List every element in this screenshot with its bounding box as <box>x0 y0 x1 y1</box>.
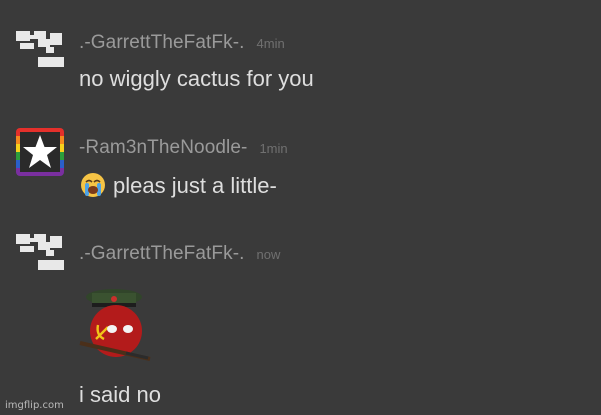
message-header: .-GarrettTheFatFk-. now <box>79 243 280 265</box>
timestamp: 1min <box>259 141 288 156</box>
sticker-image[interactable] <box>76 283 154 365</box>
message-text-content: pleas just a little- <box>113 173 277 198</box>
imgflip-watermark: imgflip.com <box>5 400 64 411</box>
sovietball-sticker-icon <box>79 289 151 361</box>
loudly-crying-face-emoji-icon <box>81 173 105 197</box>
message-header: .-GarrettTheFatFk-. 4min <box>79 32 285 54</box>
timestamp: now <box>256 247 281 262</box>
pixel-glyph-avatar-icon <box>16 234 64 270</box>
user-avatar[interactable] <box>16 29 64 77</box>
username[interactable]: .-GarrettTheFatFk-. <box>79 32 245 53</box>
message-text: pleas just a little- <box>79 171 277 199</box>
chat-log: .-GarrettTheFatFk-. 4min no wiggly cactus… <box>0 0 601 415</box>
message-header: -Ram3nTheNoodle- 1min <box>79 137 288 159</box>
pixel-glyph-avatar-icon <box>16 31 64 67</box>
timestamp: 4min <box>256 36 285 51</box>
user-avatar[interactable] <box>16 232 64 280</box>
user-avatar[interactable] <box>16 128 64 176</box>
message-text: i said no <box>79 382 161 407</box>
message-text: no wiggly cactus for you <box>79 66 314 91</box>
username[interactable]: -Ram3nTheNoodle- <box>79 137 247 158</box>
rainbow-star-avatar-icon <box>16 128 64 176</box>
username[interactable]: .-GarrettTheFatFk-. <box>79 243 245 264</box>
